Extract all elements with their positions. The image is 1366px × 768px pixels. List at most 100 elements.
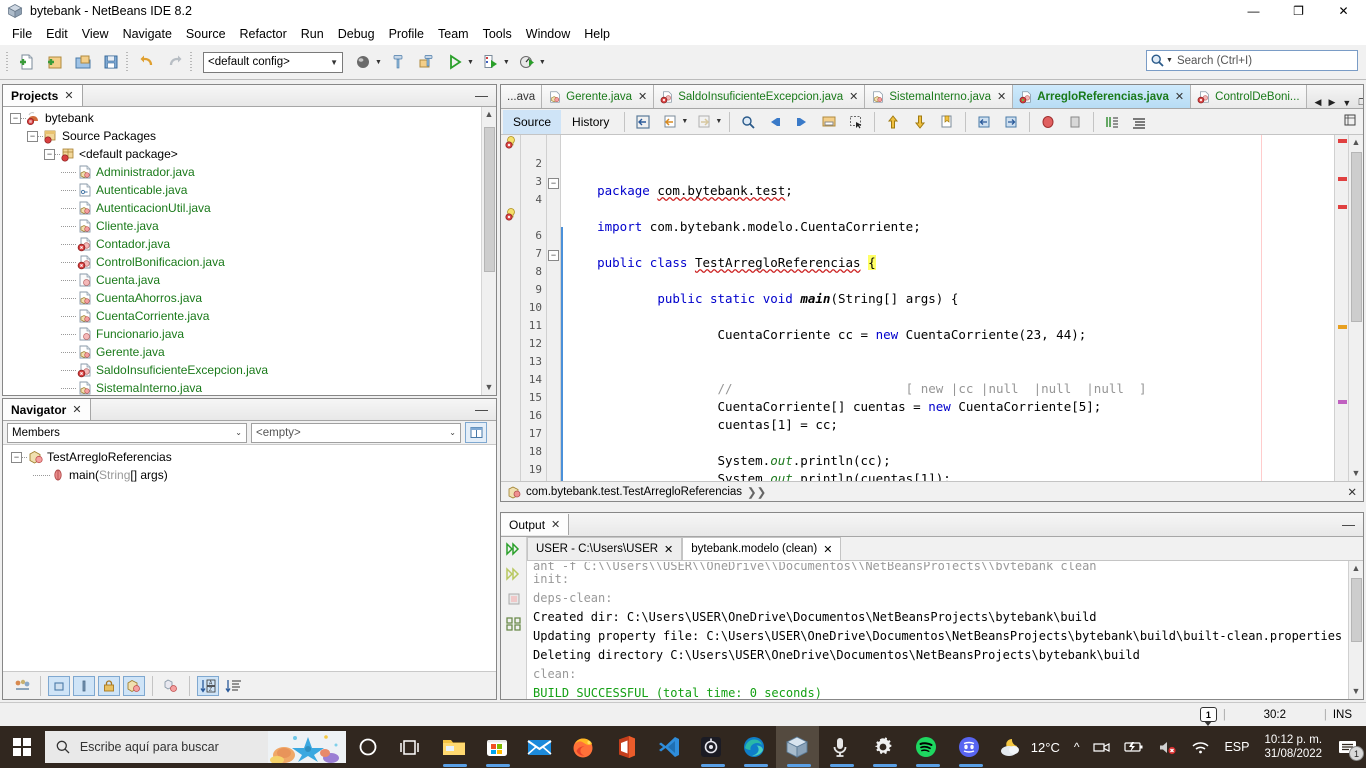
tree-item[interactable]: CuentaAhorros.java (3, 289, 481, 307)
sort-by-source-toggle[interactable] (222, 676, 244, 696)
start-button[interactable] (0, 726, 45, 768)
tree-item[interactable]: − bytebank (3, 109, 481, 127)
tree-expand-toggle[interactable]: − (11, 451, 22, 463)
close-icon[interactable]: ✕ (1175, 90, 1184, 103)
task-view-button[interactable] (389, 726, 432, 768)
editor-error-strip[interactable] (1334, 135, 1348, 481)
menu-edit[interactable]: Edit (39, 24, 75, 44)
notification-badge[interactable]: 1 (1199, 707, 1217, 726)
toggle-breakpoint-button[interactable] (1035, 109, 1061, 135)
cortana-button[interactable] (346, 726, 389, 768)
close-icon[interactable]: ✕ (638, 90, 647, 103)
glyph-cell[interactable] (501, 279, 520, 297)
fold-toggle[interactable]: − (548, 250, 559, 261)
close-icon[interactable]: ✕ (664, 543, 673, 556)
code-line[interactable]: import com.bytebank.modelo.CuentaCorrien… (561, 218, 1334, 236)
error-glyph-icon[interactable] (504, 207, 518, 226)
breadcrumb-expand-icon[interactable]: ❯❯ (747, 485, 766, 499)
fold-cell[interactable] (547, 461, 560, 479)
glyph-cell[interactable] (501, 243, 520, 261)
glyph-cell[interactable] (501, 387, 520, 405)
code-line[interactable]: public class TestArregloReferencias { (561, 254, 1334, 272)
firefox-icon[interactable] (561, 726, 604, 768)
scrollbar-thumb[interactable] (1350, 152, 1362, 322)
menu-help[interactable]: Help (577, 24, 617, 44)
output-scrollbar[interactable]: ▲ ▼ (1348, 561, 1363, 699)
show-constructors-toggle[interactable] (160, 676, 182, 696)
fold-cell[interactable] (547, 335, 560, 353)
discord-icon[interactable] (948, 726, 991, 768)
clean-and-build-button[interactable] (414, 49, 440, 75)
maximize-button[interactable]: ❐ (1276, 0, 1321, 22)
code-line[interactable]: CuentaCorriente[] cuentas = new CuentaCo… (561, 398, 1334, 416)
show-fields-toggle[interactable] (48, 675, 70, 696)
fold-cell[interactable] (547, 227, 560, 245)
tab-navigator[interactable]: Navigator ✕ (3, 399, 91, 420)
chevron-down-icon[interactable]: ▼ (503, 59, 510, 66)
fold-toggle[interactable]: − (548, 178, 559, 189)
glyph-cell[interactable] (501, 153, 520, 171)
editor-vertical-scrollbar[interactable]: ▲ ▼ (1348, 135, 1363, 481)
glyph-cell[interactable] (501, 297, 520, 315)
show-inherited-members-toggle[interactable] (11, 676, 33, 696)
error-mark[interactable] (1338, 177, 1347, 181)
tree-item[interactable]: AutenticacionUtil.java (3, 199, 481, 217)
last-edit-button[interactable] (630, 109, 656, 135)
output-settings-button[interactable] (505, 614, 522, 634)
mail-icon[interactable] (518, 726, 561, 768)
editor-tab-ava[interactable]: ...ava (501, 85, 543, 108)
code-line[interactable] (561, 434, 1334, 452)
navigator-item[interactable]: − TestArregloReferencias (3, 448, 496, 466)
maximize-window-icon[interactable]: ❐ (1358, 97, 1363, 108)
chevron-down-icon[interactable]: ▼ (681, 118, 688, 125)
show-static-toggle[interactable] (73, 675, 95, 696)
profile-project-button[interactable] (514, 49, 540, 75)
tree-item[interactable]: Funcionario.java (3, 325, 481, 343)
wifi-icon[interactable] (1184, 726, 1217, 768)
scroll-up-icon[interactable]: ▲ (485, 107, 494, 122)
rerun-button[interactable] (505, 539, 522, 559)
code-line[interactable] (561, 272, 1334, 290)
breadcrumb-path[interactable]: com.bytebank.test.TestArregloReferencias (526, 486, 742, 498)
fold-cell[interactable] (547, 353, 560, 371)
code-line[interactable]: package com.bytebank.test; (561, 182, 1334, 200)
tree-expand-toggle[interactable]: − (10, 112, 21, 124)
tree-expand-toggle[interactable]: − (44, 148, 55, 160)
code-line[interactable]: // [ new |cc |null |null |null ] (561, 380, 1334, 398)
close-icon[interactable]: ✕ (823, 543, 832, 556)
fold-cell[interactable] (547, 407, 560, 425)
spotify-icon[interactable] (905, 726, 948, 768)
scroll-tabs-left-icon[interactable]: ◀ (1315, 97, 1322, 108)
fold-cell[interactable] (547, 281, 560, 299)
netbeans-icon[interactable] (775, 726, 819, 768)
menu-file[interactable]: File (5, 24, 39, 44)
minimize-icon[interactable]: — (475, 403, 488, 416)
tab-source[interactable]: Source (503, 109, 562, 134)
tab-list-dropdown-icon[interactable]: ▼ (1342, 98, 1351, 108)
project-tree[interactable]: − bytebank − Source Packages − <default packa… (3, 107, 481, 395)
glyph-cell[interactable] (501, 351, 520, 369)
code-line[interactable] (561, 362, 1334, 380)
terminal-icon[interactable] (690, 726, 733, 768)
code-line[interactable] (561, 236, 1334, 254)
minimize-button[interactable]: — (1231, 0, 1276, 22)
taskbar-clock[interactable]: 10:12 p. m. 31/08/2022 (1256, 733, 1330, 761)
editor-glyph-gutter[interactable] (501, 135, 521, 481)
navigator-filter-select[interactable]: <empty> ⌄ (251, 422, 461, 443)
scroll-up-icon[interactable]: ▲ (1352, 561, 1361, 576)
chevron-down-icon[interactable]: ▼ (539, 59, 546, 66)
menu-tools[interactable]: Tools (476, 24, 519, 44)
action-center-button[interactable]: 1 (1330, 726, 1366, 768)
ide-search-box[interactable]: ▼ Search (Ctrl+I) (1146, 50, 1358, 71)
back-button[interactable] (657, 109, 683, 135)
editor-code-area[interactable]: package com.bytebank.test; import com.by… (561, 135, 1334, 481)
fold-cell[interactable] (547, 263, 560, 281)
tray-expand-chevron-icon[interactable]: ^ (1067, 726, 1087, 768)
new-file-button[interactable] (14, 49, 40, 75)
error-mark[interactable] (1338, 139, 1347, 143)
microphone-icon[interactable] (819, 726, 862, 768)
fold-cell[interactable]: − (547, 173, 560, 191)
show-inner-classes-toggle[interactable] (123, 675, 145, 696)
fold-cell[interactable] (547, 443, 560, 461)
taskbar-search-input[interactable]: Escribe aquí para buscar (44, 731, 347, 763)
